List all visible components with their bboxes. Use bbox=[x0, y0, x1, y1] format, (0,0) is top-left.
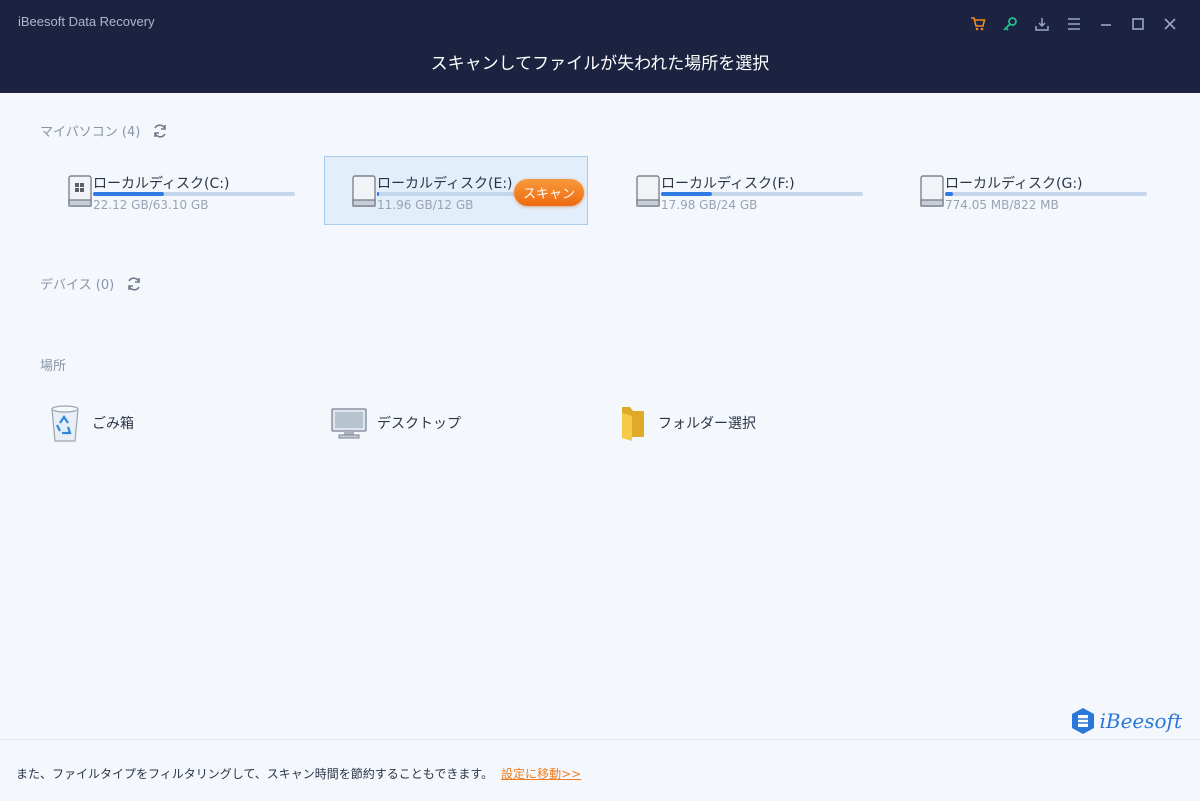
drive-icon bbox=[352, 175, 376, 207]
footer-text: また、ファイルタイプをフィルタリングして、スキャン時間を節約することもできます。 bbox=[16, 767, 494, 781]
folder-icon bbox=[622, 407, 644, 441]
disk-name: ローカルディスク(C:) bbox=[93, 176, 230, 192]
scan-button[interactable]: スキャン bbox=[514, 179, 584, 206]
disk-c[interactable]: ローカルディスク(C:) 22.12 GB/63.10 GB bbox=[40, 156, 304, 225]
cart-icon[interactable] bbox=[962, 13, 994, 35]
location-recycle-bin[interactable]: ごみ箱 bbox=[48, 400, 134, 446]
disk-e[interactable]: ローカルディスク(E:) 11.96 GB/12 GB スキャン bbox=[324, 156, 588, 225]
disk-name: ローカルディスク(E:) bbox=[377, 176, 513, 192]
devices-label: デバイス (0) bbox=[40, 278, 115, 293]
window-controls bbox=[962, 13, 1186, 35]
download-icon[interactable] bbox=[1026, 13, 1058, 35]
key-icon[interactable] bbox=[994, 13, 1026, 35]
recycle-bin-icon bbox=[51, 405, 79, 442]
refresh-icon[interactable] bbox=[126, 276, 142, 292]
logo-text: iBeesoft bbox=[1099, 709, 1182, 733]
refresh-icon[interactable] bbox=[152, 123, 168, 139]
location-folder[interactable]: フォルダー選択 bbox=[618, 400, 756, 446]
disk-usage-bar bbox=[661, 192, 863, 196]
footer-hint: また、ファイルタイプをフィルタリングして、スキャン時間を節約することもできます。… bbox=[16, 765, 581, 782]
bee-logo-icon bbox=[1072, 708, 1095, 734]
minimize-icon[interactable] bbox=[1090, 13, 1122, 35]
page-title: スキャンしてファイルが失われた場所を選択 bbox=[430, 54, 770, 74]
footer: また、ファイルタイプをフィルタリングして、スキャン時間を節約することもできます。… bbox=[0, 739, 1200, 801]
disk-f[interactable]: ローカルディスク(F:) 17.98 GB/24 GB bbox=[608, 156, 872, 225]
my-pc-label: マイパソコン (4) bbox=[40, 125, 141, 140]
locations-label: 場所 bbox=[40, 359, 67, 374]
drive-icon bbox=[920, 175, 944, 207]
location-name: ごみ箱 bbox=[92, 416, 134, 432]
maximize-icon[interactable] bbox=[1122, 13, 1154, 35]
menu-icon[interactable] bbox=[1058, 13, 1090, 35]
disk-usage-bar bbox=[945, 192, 1147, 196]
system-drive-icon bbox=[68, 175, 92, 207]
close-icon[interactable] bbox=[1154, 13, 1186, 35]
drive-icon bbox=[636, 175, 660, 207]
disk-size: 22.12 GB/63.10 GB bbox=[93, 198, 209, 212]
disk-g[interactable]: ローカルディスク(G:) 774.05 MB/822 MB bbox=[892, 156, 1156, 225]
devices-section-label: デバイス (0) bbox=[40, 274, 142, 293]
disk-size: 17.98 GB/24 GB bbox=[661, 198, 758, 212]
settings-link[interactable]: 設定に移動>> bbox=[501, 767, 581, 781]
location-name: デスクトップ bbox=[377, 416, 461, 432]
location-name: フォルダー選択 bbox=[658, 416, 756, 432]
disk-name: ローカルディスク(F:) bbox=[661, 176, 795, 192]
disk-usage-bar bbox=[93, 192, 295, 196]
app-title: iBeesoft Data Recovery bbox=[18, 14, 155, 29]
disk-name: ローカルディスク(G:) bbox=[945, 176, 1083, 192]
my-pc-section-label: マイパソコン (4) bbox=[40, 121, 168, 140]
location-desktop[interactable]: デスクトップ bbox=[331, 400, 461, 446]
locations-section-label: 場所 bbox=[40, 355, 66, 374]
disk-size: 11.96 GB/12 GB bbox=[377, 198, 474, 212]
disk-size: 774.05 MB/822 MB bbox=[945, 198, 1059, 212]
desktop-icon bbox=[331, 408, 367, 439]
title-bar: iBeesoft Data Recovery スキャンしてファイルが失われた場所… bbox=[0, 0, 1200, 93]
brand-logo: iBeesoft bbox=[1070, 707, 1182, 735]
